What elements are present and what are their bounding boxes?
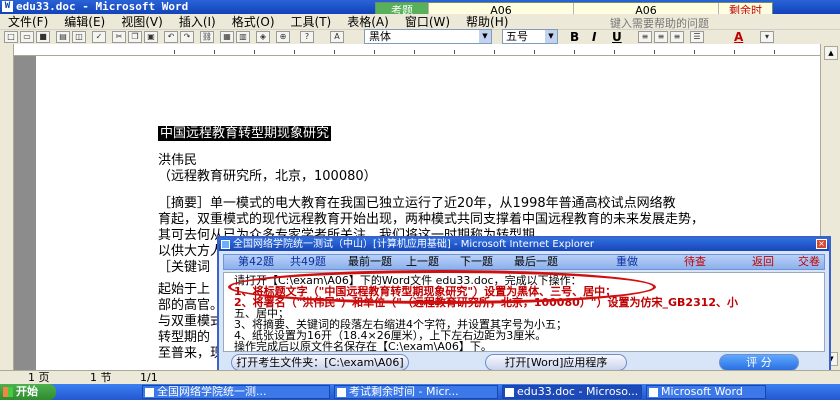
prev-question-button[interactable]: 上一题 (406, 255, 439, 269)
ie-icon (145, 388, 154, 397)
status-section: 1 节 (90, 371, 112, 384)
help-search-hint[interactable]: 键入需要帮助的问题 (610, 15, 709, 31)
window-title: edu33.doc - Microsoft Word (16, 0, 189, 13)
zoom-icon[interactable]: ⊕ (276, 31, 290, 43)
taskbar: 开始 全国网络学院统一测... 考试剩余时间 - Micr... edu33.d… (0, 384, 840, 400)
horizontal-ruler[interactable] (14, 44, 820, 56)
redo-icon[interactable]: ↷ (180, 31, 194, 43)
redo-button[interactable]: 重做 (616, 255, 638, 269)
font-color-button[interactable]: A (734, 30, 743, 44)
menu-tools[interactable]: 工具(T) (291, 13, 332, 30)
popup-title: 全国网络学院统一测试（中山）[计算机应用基础] - Microsoft Inte… (233, 239, 594, 250)
save-icon[interactable]: ■ (36, 31, 50, 43)
popup-title-bar: 全国网络学院统一测试（中山）[计算机应用基础] - Microsoft Inte… (219, 238, 829, 251)
ie-icon (337, 388, 346, 397)
help-icon[interactable]: ? (300, 31, 314, 43)
word-app-icon: W (2, 1, 13, 12)
menu-table[interactable]: 表格(A) (347, 13, 389, 30)
doc-body-line[interactable]: 转型期的 (158, 330, 210, 346)
font-size-select[interactable]: 五号 ▼ (502, 29, 558, 44)
italic-button[interactable]: I (592, 30, 596, 44)
pending-button[interactable]: 待查 (684, 255, 706, 269)
styles-icon[interactable]: A (330, 31, 344, 43)
submit-button[interactable]: 交卷 (798, 255, 820, 269)
question-total: 共49题 (290, 255, 326, 268)
print-preview-icon[interactable]: ◫ (72, 31, 86, 43)
cut-icon[interactable]: ✂ (112, 31, 126, 43)
columns-icon[interactable]: ▥ (236, 31, 250, 43)
score-button[interactable]: 评 分 (719, 354, 799, 371)
align-center-icon[interactable]: ≡ (654, 31, 668, 43)
paste-icon[interactable]: ▣ (144, 31, 158, 43)
last-question-button[interactable]: 最后一题 (514, 255, 558, 269)
task-exam-window[interactable]: 全国网络学院统一测... (142, 385, 330, 399)
spell-check-icon[interactable]: ✓ (92, 31, 106, 43)
print-icon[interactable]: ▤ (56, 31, 70, 43)
hyperlink-icon[interactable]: ⛓ (200, 31, 214, 43)
doc-body-line[interactable]: 起始于上 (158, 282, 210, 298)
menu-format[interactable]: 格式(O) (232, 13, 275, 30)
align-left-icon[interactable]: ≡ (638, 31, 652, 43)
task-word-app[interactable]: Microsoft Word (646, 385, 766, 399)
next-question-button[interactable]: 下一题 (460, 255, 493, 269)
first-question-button[interactable]: 最前一题 (348, 255, 392, 269)
doc-author-line[interactable]: 洪伟民 (158, 153, 197, 169)
menu-help[interactable]: 帮助(H) (466, 13, 508, 30)
doc-abstract-line[interactable]: ［摘要］单一模式的电大教育在我国已独立运行了近20年，从1998年普通高校试点网… (158, 196, 676, 212)
drawing-icon[interactable]: ◈ (256, 31, 270, 43)
menu-edit[interactable]: 编辑(E) (64, 13, 105, 30)
doc-abstract-line[interactable]: 育起，双重模式的现代远程教育开始出现，两种模式共同支撑着中国远程教育的未来发展走… (158, 212, 704, 228)
instruction-line: 操作完成后以原文件名保存在【C:\exam\A06】下。 (234, 340, 492, 353)
question-current: 第42题 (238, 255, 274, 268)
ie-icon (221, 240, 230, 249)
status-bar: 1 页 1 节 1/1 (0, 370, 840, 384)
task-word-doc[interactable]: edu33.doc - Microso... (502, 385, 642, 399)
undo-icon[interactable]: ↶ (164, 31, 178, 43)
menu-view[interactable]: 视图(V) (121, 13, 163, 30)
exam-popup-window: 全国网络学院统一测试（中山）[计算机应用基础] - Microsoft Inte… (217, 236, 831, 376)
open-word-button[interactable]: 打开[Word]应用程序 (485, 354, 627, 371)
chevron-down-icon[interactable]: ▼ (545, 30, 557, 43)
word-icon (649, 388, 658, 397)
left-margin-bar (0, 44, 14, 370)
menu-insert[interactable]: 插入(I) (179, 13, 216, 30)
close-icon[interactable]: × (816, 239, 827, 249)
chevron-down-icon[interactable]: ▼ (479, 30, 491, 43)
start-label: 开始 (16, 385, 38, 398)
windows-flag-icon (3, 387, 13, 397)
table-icon[interactable]: ▦ (220, 31, 234, 43)
status-page: 1 页 (28, 371, 50, 384)
open-exam-folder-button[interactable]: 打开考生文件夹：[C:\exam\A06] (231, 354, 409, 371)
font-name-select[interactable]: 黑体 ▼ (364, 29, 492, 44)
font-name-value: 黑体 (369, 30, 391, 43)
bold-button[interactable]: B (570, 30, 579, 44)
menu-file[interactable]: 文件(F) (8, 13, 48, 30)
copy-icon[interactable]: ❐ (128, 31, 142, 43)
word-icon (505, 388, 514, 397)
menu-window[interactable]: 窗口(W) (405, 13, 450, 30)
highlight-ellipse (228, 270, 656, 304)
new-doc-icon[interactable]: □ (4, 31, 18, 43)
underline-button[interactable]: U (612, 30, 622, 44)
status-pages: 1/1 (140, 371, 158, 384)
back-button[interactable]: 返回 (752, 255, 774, 269)
question-nav-bar: 第42题 共49题 最前一题 上一题 下一题 最后一题 重做 待查 返回 交卷 (223, 254, 825, 270)
font-size-value: 五号 (506, 30, 528, 43)
menu-bar: 文件(F) 编辑(E) 视图(V) 插入(I) 格式(O) 工具(T) 表格(A… (0, 14, 840, 30)
highlight-icon[interactable]: ▾ (760, 31, 774, 43)
doc-keyword-line[interactable]: ［关键词 (158, 260, 210, 276)
task-timer-window[interactable]: 考试剩余时间 - Micr... (334, 385, 498, 399)
scroll-up-icon[interactable]: ▲ (824, 46, 838, 60)
doc-title-line[interactable]: 中国远程教育转型期现象研究 (158, 126, 332, 142)
align-right-icon[interactable]: ≡ (670, 31, 684, 43)
open-folder-icon[interactable]: ▭ (20, 31, 34, 43)
bullet-list-icon[interactable]: ☰ (690, 31, 704, 43)
doc-affiliation-line[interactable]: （远程教育研究所，北京，100080） (158, 169, 377, 185)
start-button[interactable]: 开始 (0, 384, 56, 400)
